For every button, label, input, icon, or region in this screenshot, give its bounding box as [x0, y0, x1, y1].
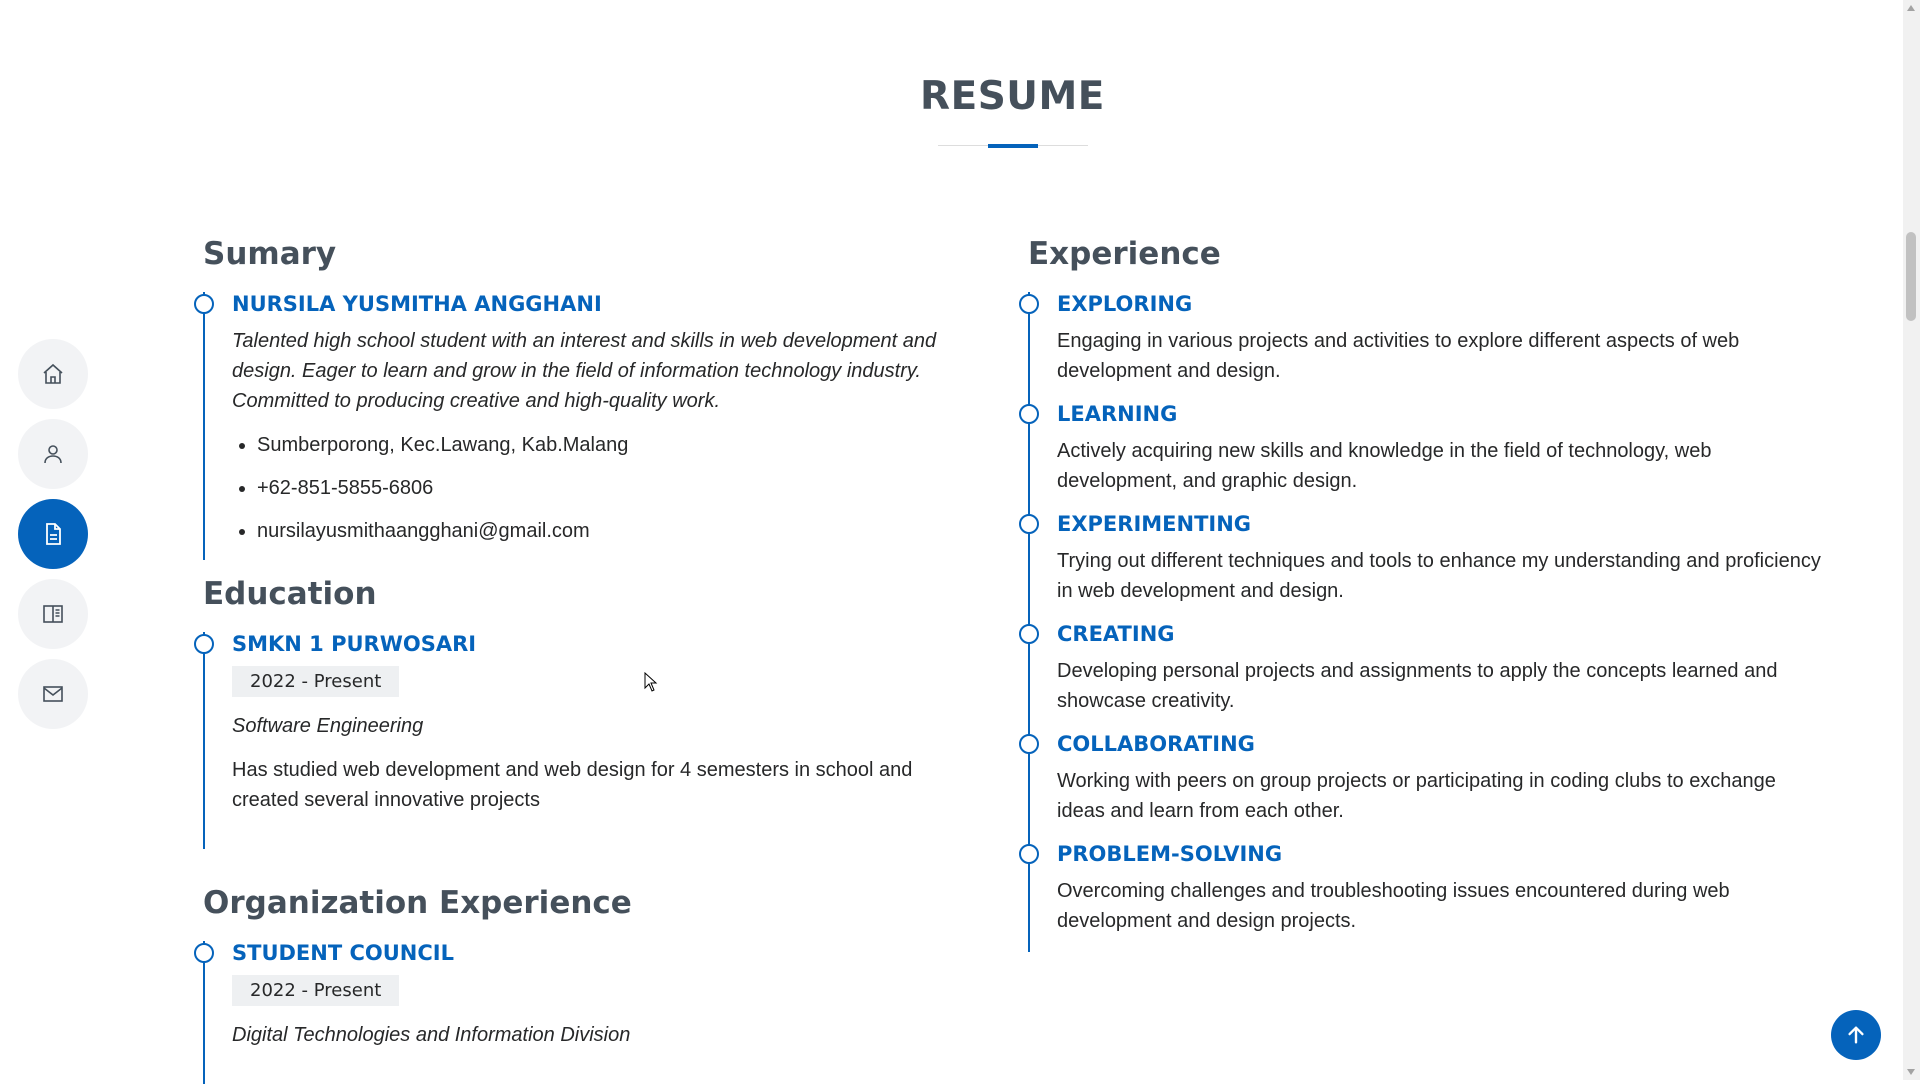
experience-item: EXPERIMENTING Trying out different techn…: [1019, 512, 1828, 622]
experience-item-text: Engaging in various projects and activit…: [1057, 330, 1740, 382]
experience-item: CREATING Developing personal projects an…: [1019, 622, 1828, 732]
education-major: Software Engineering: [232, 715, 424, 737]
back-to-top-button[interactable]: [1831, 1010, 1881, 1060]
book-icon: [43, 605, 63, 623]
organization-name: STUDENT COUNCIL: [232, 941, 454, 965]
education-item: SMKN 1 PURWOSARI 2022 - Present Software…: [194, 632, 963, 849]
nav-about-button[interactable]: [18, 419, 88, 489]
scroll-up-arrow-icon[interactable]: [1907, 5, 1915, 11]
experience-item-title: CREATING: [1057, 622, 1175, 646]
organization-title: Organization Experience: [203, 885, 632, 921]
education-period: 2022 - Present: [232, 666, 400, 697]
nav-resume-button[interactable]: [18, 499, 88, 569]
page-title: RESUME: [920, 74, 1105, 119]
summary-title: Sumary: [203, 236, 337, 272]
experience-item-text: Actively acquiring new skills and knowle…: [1057, 440, 1712, 492]
experience-item-title: PROBLEM-SOLVING: [1057, 842, 1283, 866]
experience-item-title: LEARNING: [1057, 402, 1178, 426]
arrow-up-icon: [1848, 1026, 1864, 1044]
experience-title: Experience: [1028, 236, 1221, 272]
organization-item: STUDENT COUNCIL 2022 - Present Digital T…: [194, 941, 963, 1084]
section-title: RESUME: [0, 74, 1920, 119]
resume-left-column: Sumary NURSILA YUSMITHA ANGGHANI Talente…: [194, 236, 963, 1084]
education-school: SMKN 1 PURWOSARI: [232, 632, 477, 656]
experience-item-text: Trying out different techniques and tool…: [1057, 550, 1821, 602]
summary-name: NURSILA YUSMITHA ANGGHANI: [232, 292, 602, 316]
file-icon: [46, 523, 61, 545]
experience-item: LEARNING Actively acquiring new skills a…: [1019, 402, 1828, 512]
contact-phone: +62-851-5855-6806: [257, 473, 963, 503]
experience-item-title: COLLABORATING: [1057, 732, 1255, 756]
nav-contact-button[interactable]: [18, 659, 88, 729]
experience-item-title: EXPLORING: [1057, 292, 1193, 316]
education-title: Education: [203, 576, 377, 612]
experience-item: EXPLORING Engaging in various projects a…: [1019, 292, 1828, 402]
scroll-down-arrow-icon[interactable]: [1907, 1069, 1915, 1075]
scroll-thumb[interactable]: [1906, 232, 1916, 321]
envelope-icon: [43, 686, 63, 702]
scrollbar[interactable]: [1903, 0, 1920, 1080]
resume-right-column: Experience EXPLORING Engaging in various…: [1019, 236, 1828, 952]
experience-item-text: Overcoming challenges and troubleshootin…: [1057, 880, 1730, 932]
experience-item-text: Developing personal projects and assignm…: [1057, 660, 1778, 712]
contact-address: Sumberporong, Kec.Lawang, Kab.Malang: [257, 430, 963, 460]
nav-portfolio-button[interactable]: [18, 579, 88, 649]
experience-item: PROBLEM-SOLVING Overcoming challenges an…: [1019, 842, 1828, 952]
mouse-cursor-icon: [644, 672, 658, 692]
experience-item: COLLABORATING Working with peers on grou…: [1019, 732, 1828, 842]
side-nav: [18, 339, 90, 739]
summary-description: Talented high school student with an int…: [232, 330, 937, 412]
home-icon: [43, 363, 63, 384]
contact-email: nursilayusmithaangghani@gmail.com: [257, 516, 963, 546]
summary-item: NURSILA YUSMITHA ANGGHANI Talented high …: [194, 292, 963, 560]
organization-period: 2022 - Present: [232, 975, 400, 1006]
organization-division: Digital Technologies and Information Div…: [232, 1024, 631, 1046]
person-icon: [44, 445, 62, 464]
education-description: Has studied web development and web desi…: [232, 759, 913, 811]
nav-home-button[interactable]: [18, 339, 88, 409]
contact-list: Sumberporong, Kec.Lawang, Kab.Malang +62…: [232, 430, 963, 546]
title-divider-accent: [988, 144, 1038, 148]
experience-item-title: EXPERIMENTING: [1057, 512, 1252, 536]
experience-item-text: Working with peers on group projects or …: [1057, 770, 1776, 822]
